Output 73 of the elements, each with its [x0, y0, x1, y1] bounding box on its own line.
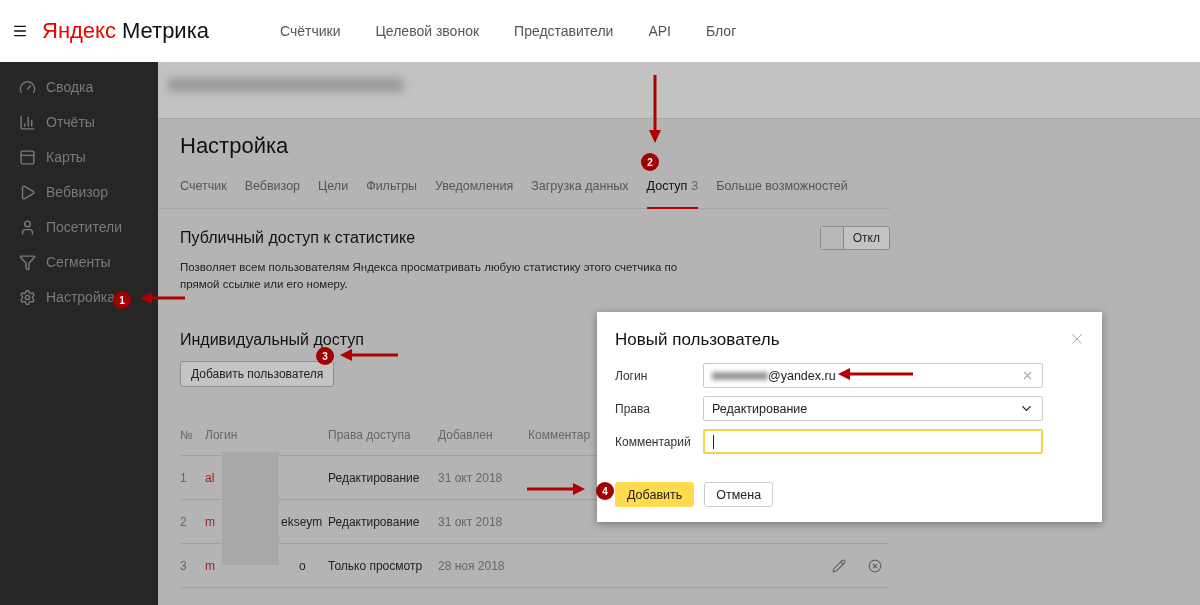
row-number: 3	[180, 558, 188, 573]
column-header: №	[180, 428, 194, 442]
sidebar-item[interactable]: Отчёты	[0, 112, 95, 132]
nav-link[interactable]: API	[648, 23, 671, 39]
annotation-arrow	[527, 483, 585, 495]
row-number: 2	[180, 514, 188, 529]
table-cell-text: 31 окт 2018	[438, 470, 504, 485]
add-user-button[interactable]: Добавить пользователя	[180, 361, 335, 387]
field-label: Права	[615, 401, 651, 416]
sidebar-item[interactable]: Карты	[0, 147, 86, 167]
settings-icon	[19, 288, 36, 306]
tab[interactable]: Уведомления	[435, 179, 514, 209]
login-link[interactable]: al	[205, 470, 215, 485]
column-header: Права доступа	[328, 428, 412, 442]
annotation-arrow	[649, 75, 661, 143]
tab[interactable]: Доступ 3	[646, 179, 699, 209]
menu-icon[interactable]	[12, 23, 28, 39]
annotation-arrow	[140, 292, 185, 304]
cancel-button[interactable]: Отмена	[704, 482, 774, 507]
annotation-arrow	[340, 349, 398, 361]
login-text: o	[299, 558, 306, 573]
login-text: ekseym	[281, 514, 323, 529]
clear-icon[interactable]	[1021, 369, 1034, 382]
column-header: Добавлен	[438, 428, 494, 442]
table-cell-text: Только просмотр	[328, 558, 424, 573]
input-field[interactable]	[703, 429, 1043, 454]
column-header: Логин	[205, 428, 239, 442]
sidebar-item[interactable]: Настройка	[0, 287, 115, 307]
delete-icon[interactable]	[868, 558, 882, 573]
login-link[interactable]: m	[205, 514, 215, 529]
table-cell-text: Редактирование	[328, 514, 421, 529]
dialog-title: Новый пользователь	[615, 330, 780, 350]
step-badge: 2	[641, 153, 659, 171]
filter-icon	[19, 253, 36, 271]
toggle-switch[interactable]: Откл	[819, 226, 890, 250]
rights-select[interactable]: Редактирование	[703, 396, 1043, 421]
nav-link[interactable]: Представители	[514, 23, 614, 39]
nav-link[interactable]: Счётчики	[280, 23, 341, 39]
login-link[interactable]: m	[205, 558, 215, 573]
step-badge: 3	[316, 347, 334, 365]
tab[interactable]: Загрузка данных	[531, 179, 629, 209]
add-button[interactable]: Добавить	[615, 482, 695, 507]
table-cell-text: 31 окт 2018	[438, 514, 504, 529]
field-label: Комментарий	[615, 434, 692, 449]
sidebar-item[interactable]: Посетители	[0, 217, 122, 237]
input-field[interactable]: @yandex.ru	[703, 363, 1043, 388]
nav-link[interactable]: Блог	[706, 23, 737, 39]
table-cell-text: Редактирование	[328, 470, 421, 485]
row-number: 1	[180, 470, 188, 485]
tab[interactable]: Цели	[318, 179, 349, 209]
sidebar-item[interactable]: Вебвизор	[0, 182, 109, 202]
nav-link[interactable]: Целевой звонок	[375, 23, 480, 39]
edit-icon[interactable]	[832, 558, 846, 573]
column-header: Комментар	[528, 428, 592, 442]
tab[interactable]: Больше возможностей	[716, 179, 848, 209]
tab[interactable]: Фильтры	[366, 179, 418, 209]
tab[interactable]: Вебвизор	[244, 179, 301, 209]
gauge-icon	[19, 78, 36, 96]
page-title: Настройка	[180, 133, 290, 159]
sidebar-item[interactable]: Сводка	[0, 77, 94, 97]
field-label: Логин	[615, 368, 649, 383]
table-cell-text: 28 ноя 2018	[438, 558, 506, 573]
step-badge: 4	[596, 482, 614, 500]
logo[interactable]: Яндекс Метрика	[42, 18, 252, 44]
tab[interactable]: Счетчик	[180, 179, 227, 209]
user-icon	[19, 218, 36, 236]
section-title: Публичный доступ к статистике	[180, 229, 416, 247]
play-icon	[19, 183, 36, 201]
layout-icon	[19, 148, 36, 166]
section-description: Позволяет всем пользователям Яндекса просматривать любую статистику этого счетчика по прямой ссылке или его номеру.	[180, 260, 679, 292]
bar-chart-icon	[19, 113, 36, 131]
section-title: Индивидуальный доступ	[180, 331, 364, 349]
sidebar-item[interactable]: Сегменты	[0, 252, 111, 272]
